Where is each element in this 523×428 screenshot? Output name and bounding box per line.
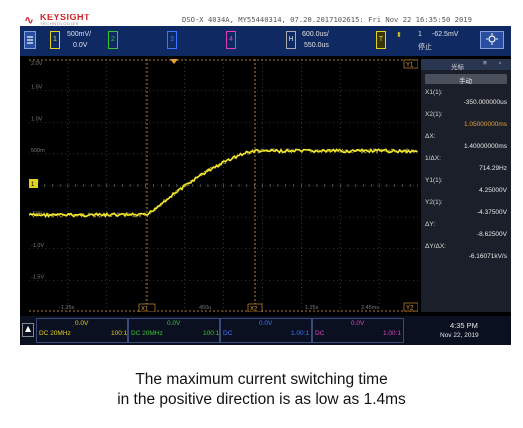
cursor-x2-tag: X2	[247, 303, 263, 313]
channel-bar: 1 500mV/ 0.0V 2 3 4 H 600.0us/ 550.0us T…	[20, 26, 511, 56]
caption-line-2: in the positive direction is as low as 1…	[117, 391, 406, 408]
svg-text:Y2: Y2	[406, 306, 414, 312]
ch3-volts: 0.0V	[259, 320, 273, 327]
cursor-readout-value: 714.29Hz	[479, 165, 507, 172]
ch3-coupling: DC	[223, 330, 233, 337]
trigger-marker-top	[170, 59, 178, 64]
ch3-probe: 1.00:1	[291, 330, 310, 337]
cursor-readout-label: Y1(1):	[425, 177, 443, 184]
clock-date: Nov 22, 2019	[440, 332, 479, 339]
ch1-volts: 0.0V	[75, 320, 89, 327]
arrow-up-icon: ▲	[25, 324, 32, 333]
trigger-button[interactable]: T	[376, 31, 386, 49]
y-axis-label: 2.0V	[31, 61, 43, 67]
cursor-readout-label: 1/ΔX:	[425, 155, 441, 162]
x-axis-label: -1.25s	[59, 305, 75, 311]
horizontal-delay: 550.0us	[304, 42, 329, 49]
horizontal-button[interactable]: H	[286, 31, 296, 49]
cursor-readout-label: ΔY:	[425, 221, 436, 228]
ch2-volts: 0.0V	[167, 320, 181, 327]
ch1-scale: 500mV/	[67, 31, 92, 38]
cursor-readout-value: -6.16071kV/s	[468, 253, 507, 260]
cursor-readout-label: ΔY/ΔX:	[425, 243, 446, 250]
ch4-volts: 0.0V	[351, 320, 365, 327]
cursor-readout-value[interactable]: 4.25000V	[427, 187, 507, 194]
cursor-readout-label: ΔX:	[425, 133, 436, 140]
mode-label: 手动	[459, 78, 472, 85]
waveform-display[interactable]: 2.0V1.5V1.0V500m0.0-500-1.0V-1.5V -1.25s…	[28, 59, 419, 313]
x-axis-label: 2.45ms	[361, 305, 379, 311]
clock-time: 4:35 PM	[450, 321, 478, 330]
ch1-probe: 100:1	[111, 330, 128, 337]
y-axis-label: -1.5V	[31, 274, 44, 280]
y-axis-label: 1.0V	[31, 116, 43, 122]
channel-2-button[interactable]: 2	[108, 31, 118, 49]
cursors-panel: 光标 ≡ ▫ 手动 X1(1): -350.000000us X2(1): 1.050…	[421, 59, 511, 312]
oscilloscope-screen: ∿ KEYSIGHT TECHNOLOGIES DSO-X 4034A, MY5…	[20, 14, 511, 345]
channel-3-button[interactable]: 3	[167, 31, 177, 49]
cursor-y2-tag: Y2	[403, 302, 419, 312]
keysight-logo: ∿ KEYSIGHT TECHNOLOGIES	[24, 14, 134, 27]
cursor-readout-label: Y2(1):	[425, 199, 443, 206]
trigger-source: 1	[418, 31, 422, 38]
ch1-status[interactable]: 0.0V DC 20MHz 100:1	[36, 318, 128, 343]
ch1-coupling: DC 20MHz	[39, 330, 71, 337]
gear-icon	[486, 33, 498, 45]
list-icon	[27, 36, 33, 44]
ch2-probe: 100:1	[203, 330, 220, 337]
expand-button[interactable]: ▲	[22, 323, 34, 337]
channel-4-button[interactable]: 4	[226, 31, 236, 49]
trigger-level: -62.5mV	[432, 31, 459, 38]
x-axis-label: 450u	[199, 305, 211, 311]
settings-button[interactable]	[480, 31, 504, 49]
ch4-probe: 1.00:1	[383, 330, 402, 337]
ch2-coupling: DC 20MHz	[131, 330, 163, 337]
menu-list-icon[interactable]: ≡	[483, 60, 487, 67]
cursor-readout-value: -8.62500V	[477, 231, 507, 238]
ch3-status[interactable]: 0.0V DC 1.00:1	[220, 318, 312, 343]
ch4-coupling: DC	[315, 330, 325, 337]
caption: The maximum current switching time in th…	[0, 370, 523, 410]
cursor-y1-tag: Y1	[403, 59, 419, 69]
cursor-readout-value[interactable]: -350.000000us	[427, 99, 507, 106]
y-axis-label: 1.5V	[31, 85, 43, 91]
cursor-readout-label: X1(1):	[425, 89, 443, 96]
cursors-title: 光标	[451, 64, 464, 71]
ch4-status[interactable]: 0.0V DC 1.00:1	[312, 318, 404, 343]
trigger-slope-icon: ⬍	[396, 32, 402, 39]
ground-marker: 1	[29, 179, 38, 188]
svg-text:Y1: Y1	[406, 63, 414, 69]
cursor-readout-value[interactable]: 1.05000000ms	[427, 121, 507, 128]
channel-1-button[interactable]: 1	[50, 31, 60, 49]
cursor-x1-tag: X1	[138, 303, 156, 313]
y-axis-label: -1.0V	[31, 243, 44, 249]
ch2-status[interactable]: 0.0V DC 20MHz 100:1	[128, 318, 220, 343]
menu-icon[interactable]	[24, 31, 36, 49]
cursor-readout-label: X2(1):	[425, 111, 443, 118]
y-axis-label: 500m	[31, 148, 45, 154]
caption-line-1: The maximum current switching time	[135, 371, 388, 388]
channel-status-bar: ▲ 0.0V DC 20MHz 100:1 0.0V DC 20MHz 100:…	[20, 316, 511, 345]
instrument-info: DSO-X 4034A, MY55440314, 07.20.201710261…	[182, 15, 472, 24]
svg-text:X2: X2	[250, 307, 258, 313]
mode-button[interactable]: 手动	[425, 74, 507, 85]
horizontal-scale: 600.0us/	[302, 31, 329, 38]
close-icon[interactable]: ▫	[499, 60, 501, 67]
x-axis-label: 1.25s	[305, 305, 319, 311]
cursor-readout-value: 1.40000000ms	[463, 143, 507, 150]
header-bar: ∿ KEYSIGHT TECHNOLOGIES DSO-X 4034A, MY5…	[20, 14, 511, 27]
ch1-offset: 0.0V	[73, 42, 88, 49]
cursors-panel-header: 光标 ≡ ▫	[421, 59, 511, 71]
run-state: 停止	[418, 44, 432, 51]
svg-text:X1: X1	[141, 307, 149, 313]
cursor-readout-value[interactable]: -4.37500V	[427, 209, 507, 216]
